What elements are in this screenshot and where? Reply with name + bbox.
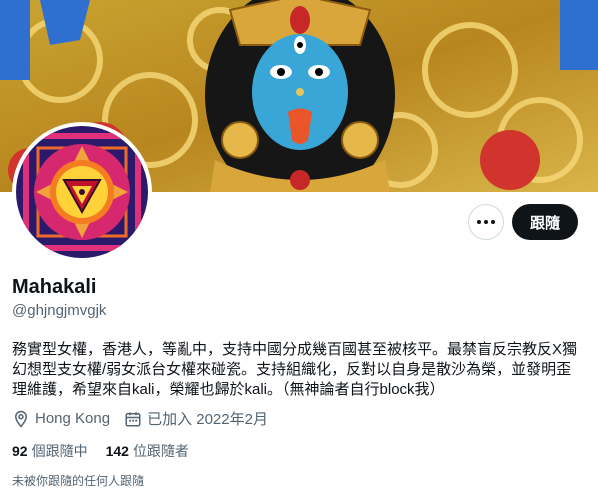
avatar-image	[16, 126, 148, 258]
follow-button[interactable]: 跟隨	[512, 204, 578, 240]
profile-bio: 務實型女權，香港人，等亂中，支持中國分成幾百國甚至被核平。最禁盲反宗教反X獨幻想…	[12, 341, 578, 398]
followers-you-know: 未被你跟隨的任何人跟隨	[12, 474, 145, 488]
location-pin-icon	[14, 410, 28, 428]
profile-avatar[interactable]	[12, 122, 152, 262]
joined-item: 已加入 2022年2月	[124, 408, 268, 429]
location-item: Hong Kong	[12, 410, 110, 428]
more-horizontal-icon	[477, 220, 495, 224]
following-link[interactable]: 92 個跟隨中	[12, 441, 88, 461]
profile-stats: 92 個跟隨中 142 位跟隨者	[12, 441, 207, 461]
location-text: Hong Kong	[35, 410, 111, 427]
followers-label: 位跟隨者	[132, 443, 189, 459]
joined-text: 已加入 2022年2月	[147, 411, 268, 428]
followers-count: 142	[105, 443, 129, 459]
display-name: Mahakali	[12, 276, 97, 298]
following-count: 92	[12, 443, 28, 459]
user-handle: @ghjngjmvgjk	[12, 302, 107, 319]
more-options-button[interactable]	[468, 204, 504, 240]
profile-meta: Hong Kong 已加入 2022年2月	[12, 408, 282, 429]
followers-link[interactable]: 142 位跟隨者	[106, 441, 189, 461]
calendar-icon	[125, 411, 141, 426]
following-label: 個跟隨中	[31, 443, 88, 459]
